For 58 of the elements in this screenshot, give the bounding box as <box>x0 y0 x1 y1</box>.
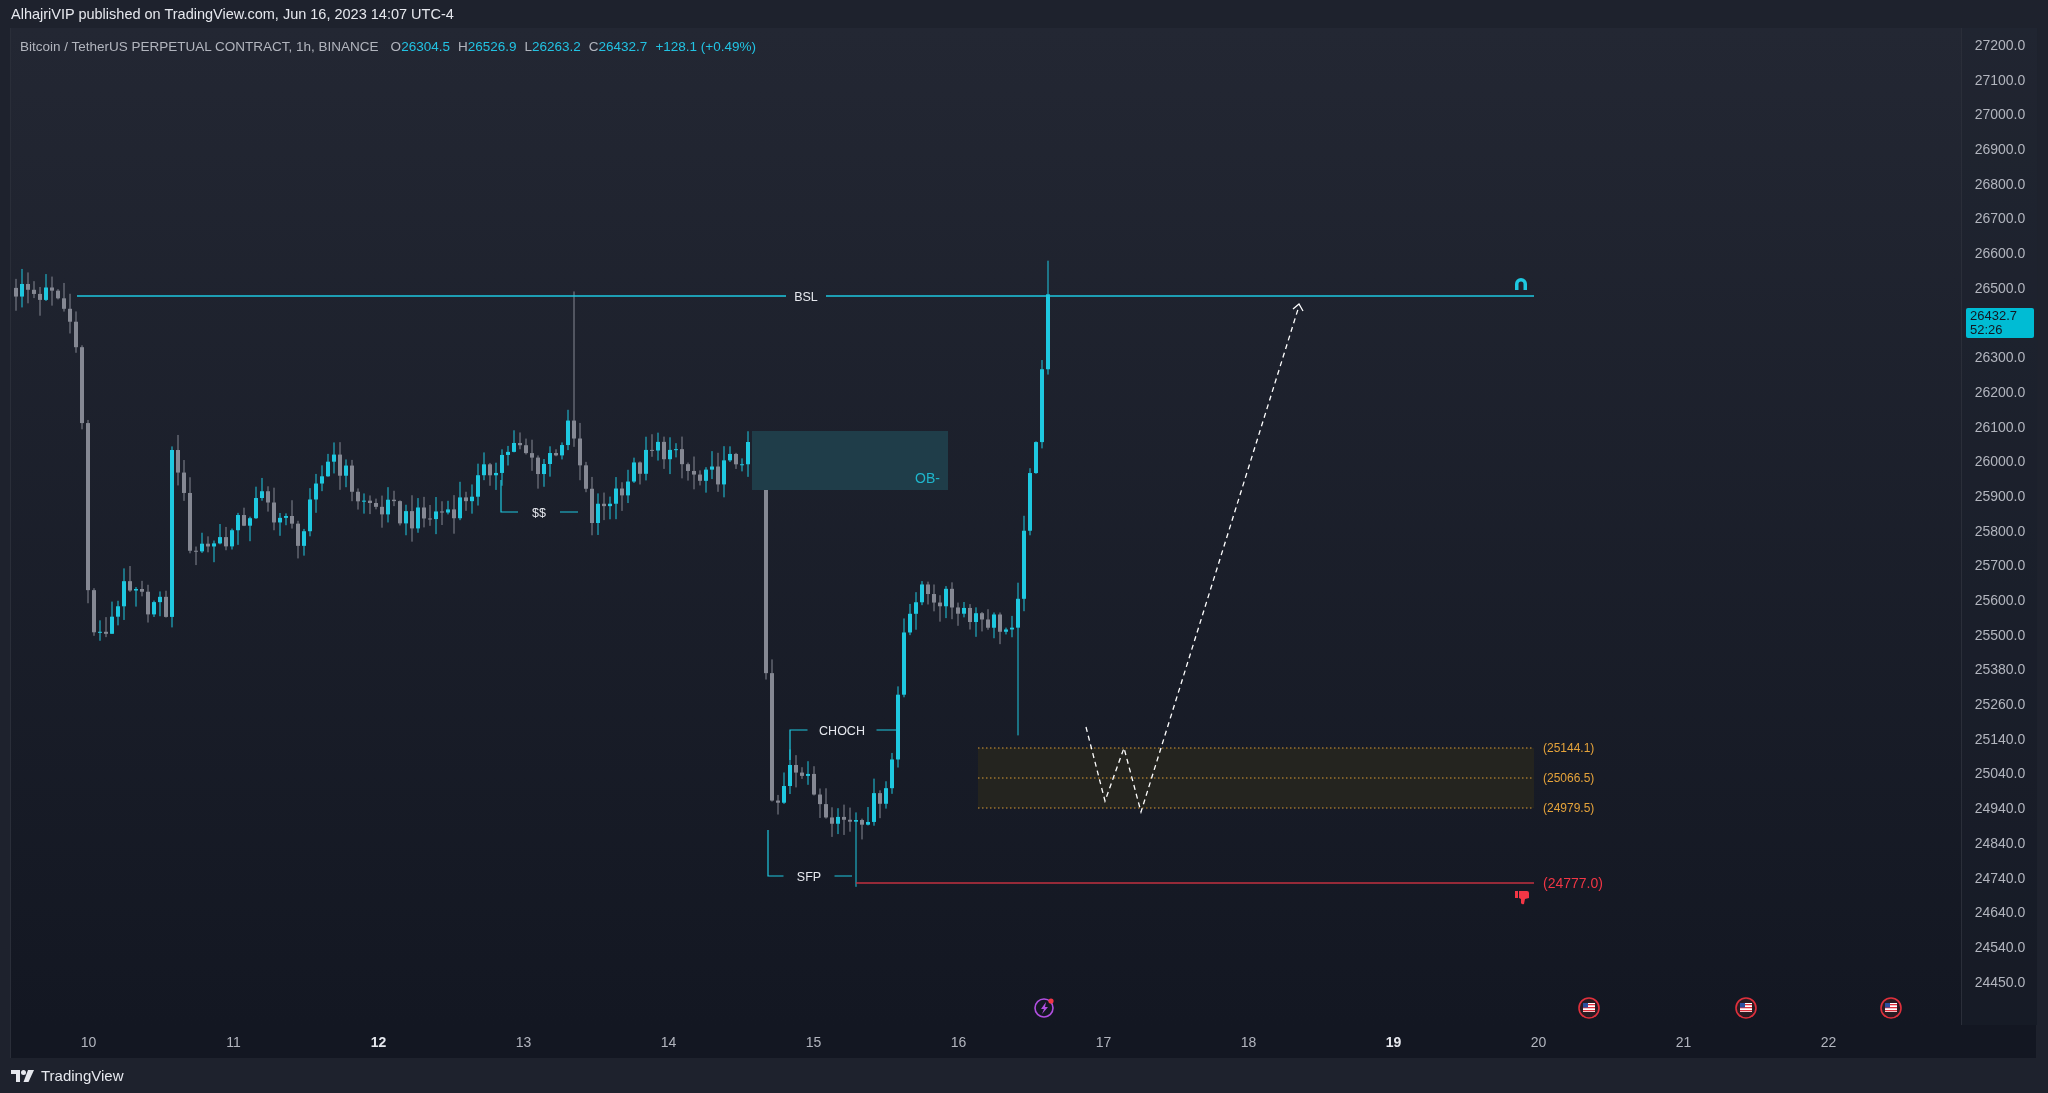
price-axis-label: 26800.0 <box>1974 174 2026 194</box>
price-axis-label: 26100.0 <box>1974 417 2026 437</box>
time-axis-label: 21 <box>1674 1033 1693 1050</box>
price-axis-label: 25500.0 <box>1974 625 2026 645</box>
price-axis-label: 27200.0 <box>1974 36 2026 55</box>
time-axis-label: 19 <box>1384 1033 1403 1050</box>
price-axis-label: 24640.0 <box>1974 903 2026 923</box>
price-axis-label: 25700.0 <box>1974 556 2026 576</box>
price-axis-label: 25260.0 <box>1974 695 2026 715</box>
price-axis-label: 25040.0 <box>1974 764 2026 784</box>
price-axis-label: 25600.0 <box>1974 591 2026 610</box>
time-axis-label: 20 <box>1529 1033 1548 1050</box>
price-axis-label: 26900.0 <box>1974 140 2026 160</box>
ohlc-value: H26526.9 <box>457 39 517 54</box>
zone-price-label: (25144.1) <box>1543 741 1595 755</box>
time-axis-label: 17 <box>1094 1033 1113 1050</box>
time-axis-label: 16 <box>949 1033 968 1050</box>
time-axis-label: 14 <box>659 1033 678 1050</box>
price-change: +128.1 (+0.49%) <box>655 39 756 54</box>
price-axis-label: 24450.0 <box>1974 972 2026 992</box>
price-axis-label: 25800.0 <box>1974 521 2026 541</box>
price-axis-label: 26200.0 <box>1974 382 2026 402</box>
stop-price-label: (24777.0) <box>1543 875 1603 891</box>
zone-price-label: (25066.5) <box>1543 771 1595 785</box>
zone-price-label: (24979.5) <box>1543 801 1595 815</box>
price-axis-label: 24940.0 <box>1974 799 2026 819</box>
price-axis-label: 25140.0 <box>1974 729 2026 749</box>
price-axis-label: 26000.0 <box>1974 452 2026 472</box>
publisher-caption: AlhajriVIP published on TradingView.com, Jun 16, 2023 14:07 UTC-4 <box>11 6 454 22</box>
ohlc-value: C26432.7 <box>588 39 648 54</box>
price-axis-label: 26500.0 <box>1974 278 2026 298</box>
time-axis-label: 13 <box>514 1033 533 1050</box>
structure-label: SFP <box>796 869 822 884</box>
ohlc-value: L26263.2 <box>524 39 581 54</box>
time-axis-label: 18 <box>1239 1033 1258 1050</box>
level-label: BSL <box>794 289 818 304</box>
order-block-label: OB- <box>915 470 940 486</box>
price-axis-label: 24540.0 <box>1974 937 2026 957</box>
time-axis-label: 11 <box>225 1033 242 1050</box>
time-axis-label: 15 <box>804 1033 823 1050</box>
brand-name: TradingView <box>41 1067 124 1084</box>
time-axis-label: 12 <box>369 1033 388 1050</box>
price-axis-label: 25380.0 <box>1974 660 2026 680</box>
time-axis-label: 22 <box>1819 1033 1838 1050</box>
ohlc-value: O26304.5 <box>390 39 450 54</box>
price-axis-label: 24840.0 <box>1974 833 2026 853</box>
price-axis-label: 27000.0 <box>1974 105 2026 125</box>
price-axis-label: 26600.0 <box>1974 244 2026 264</box>
time-axis-label: 10 <box>79 1033 98 1050</box>
symbol-title: Bitcoin / TetherUS PERPETUAL CONTRACT, 1h, BINANCE <box>20 39 379 54</box>
current-price-badge: 26432.7 52:26 <box>1966 307 2034 339</box>
price-axis-label: 24740.0 <box>1974 868 2026 888</box>
price-axis-label: 26700.0 <box>1974 209 2026 229</box>
structure-label: CHOCH <box>819 723 865 738</box>
price-axis-label: 25900.0 <box>1974 486 2026 506</box>
price-axis-label: 27100.0 <box>1974 70 2026 90</box>
structure-label: $$ <box>532 505 546 520</box>
price-axis-label: 26300.0 <box>1974 348 2026 368</box>
